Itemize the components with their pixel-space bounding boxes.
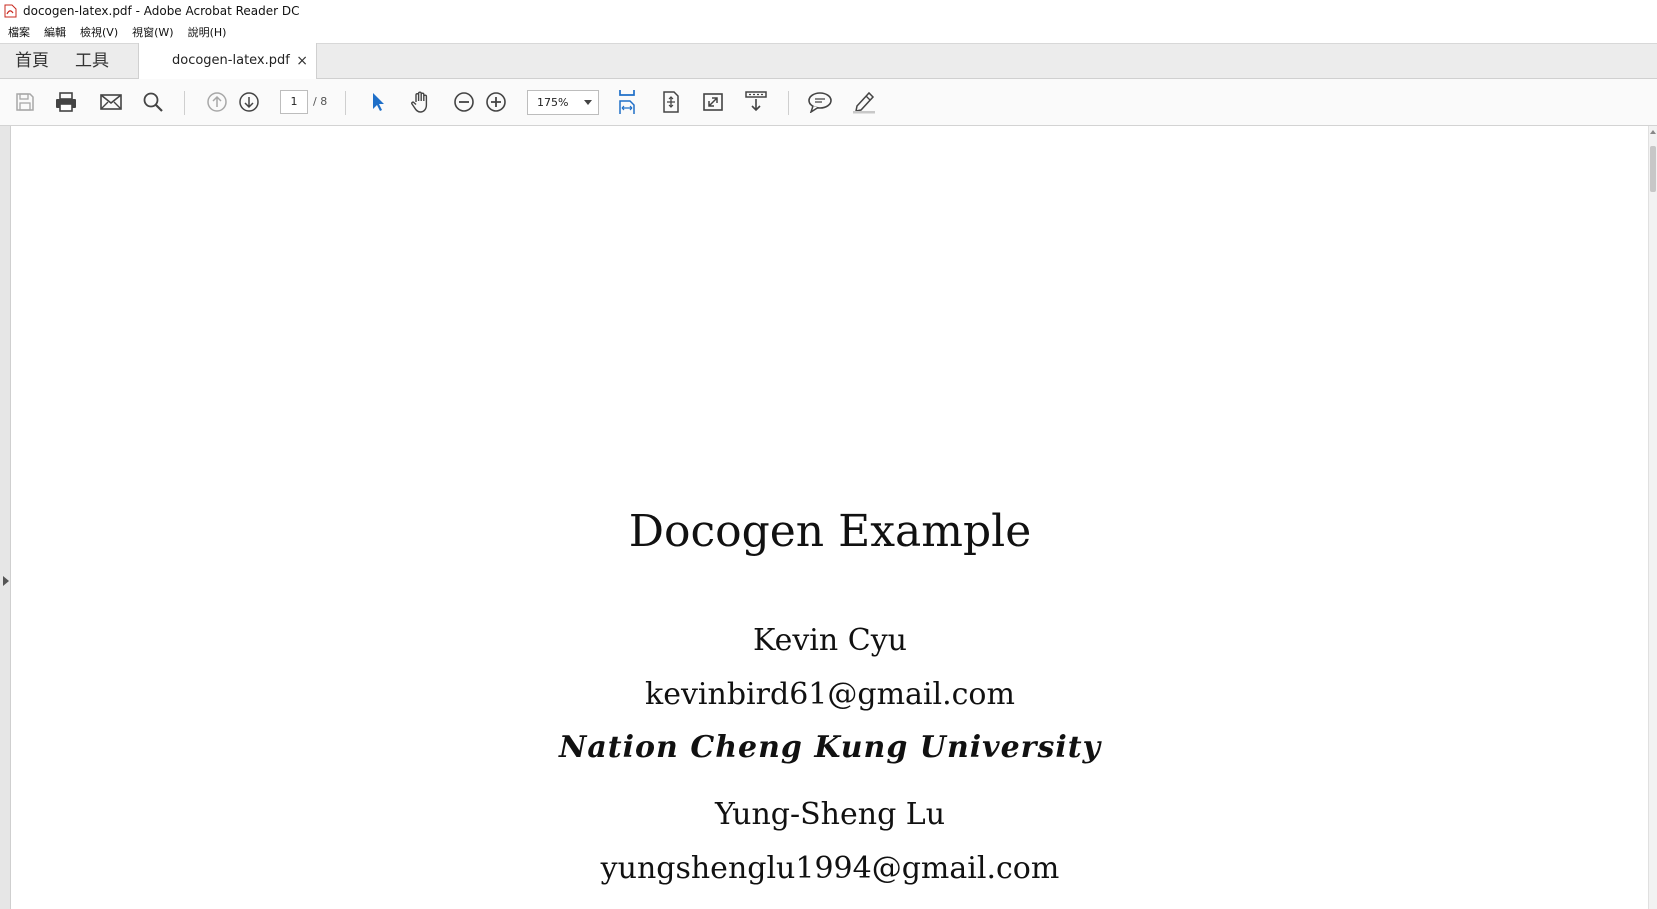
select-cursor-icon[interactable] — [364, 88, 392, 116]
author-name: Yung-Sheng Lu — [714, 797, 946, 832]
page-total: / 8 — [313, 95, 328, 108]
read-mode-icon[interactable] — [742, 88, 770, 116]
scroll-up-icon[interactable] — [1650, 130, 1656, 134]
menu-window[interactable]: 視窗(W) — [132, 24, 173, 40]
page-number-input[interactable]: 1 — [280, 90, 308, 114]
acrobat-pdf-icon — [4, 3, 18, 18]
toolbar-separator — [184, 91, 185, 115]
author-email: yungshenglu1994@gmail.com — [600, 851, 1060, 886]
hand-icon[interactable] — [407, 88, 435, 116]
tab-document[interactable]: docogen-latex.pdf × — [138, 43, 317, 79]
author-email: kevinbird61@gmail.com — [645, 677, 1015, 712]
tab-tools[interactable]: 工具 — [75, 44, 109, 79]
page-up-icon[interactable] — [203, 88, 231, 116]
toolbar: 1 / 8 175% — [0, 79, 1657, 126]
print-icon[interactable] — [52, 88, 80, 116]
document-page: Docogen Example Kevin Cyu kevinbird61@gm… — [12, 126, 1648, 909]
menu-bar: 檔案 編輯 檢視(V) 視窗(W) 說明(H) — [0, 21, 1657, 43]
document-title: Docogen Example — [628, 506, 1032, 557]
save-icon[interactable] — [11, 88, 39, 116]
vertical-scrollbar[interactable] — [1648, 126, 1657, 909]
zoom-value: 175% — [537, 96, 569, 109]
fullscreen-icon[interactable] — [699, 88, 727, 116]
author-affiliation: Nation Cheng Kung University — [558, 730, 1102, 765]
zoom-in-icon[interactable] — [482, 88, 510, 116]
scrollbar-thumb[interactable] — [1650, 146, 1656, 192]
menu-file[interactable]: 檔案 — [8, 24, 30, 40]
comment-icon[interactable] — [806, 88, 834, 116]
chevron-down-icon — [584, 100, 592, 105]
email-icon[interactable] — [97, 88, 125, 116]
tab-bar: 首頁 工具 docogen-latex.pdf × — [0, 43, 1657, 79]
menu-edit[interactable]: 編輯 — [44, 24, 66, 40]
zoom-select[interactable]: 175% — [527, 90, 599, 115]
zoom-out-icon[interactable] — [450, 88, 478, 116]
menu-view[interactable]: 檢視(V) — [80, 24, 118, 40]
close-icon[interactable]: × — [296, 43, 308, 79]
toolbar-separator — [345, 91, 346, 115]
left-panel-strip — [0, 126, 11, 909]
page-down-icon[interactable] — [235, 88, 263, 116]
title-bar: docogen-latex.pdf - Adobe Acrobat Reader… — [0, 0, 1657, 21]
fit-page-icon[interactable] — [657, 88, 685, 116]
author-name: Kevin Cyu — [753, 623, 907, 658]
menu-help[interactable]: 說明(H) — [188, 24, 227, 40]
toolbar-separator — [788, 91, 789, 115]
highlight-pen-icon[interactable] — [850, 88, 878, 116]
expand-panel-icon[interactable] — [3, 576, 9, 586]
search-icon[interactable] — [139, 88, 167, 116]
document-tab-label: docogen-latex.pdf — [172, 53, 290, 68]
tab-home[interactable]: 首頁 — [15, 44, 49, 79]
window-title: docogen-latex.pdf - Adobe Acrobat Reader… — [23, 3, 300, 18]
fit-width-icon[interactable] — [613, 88, 641, 116]
